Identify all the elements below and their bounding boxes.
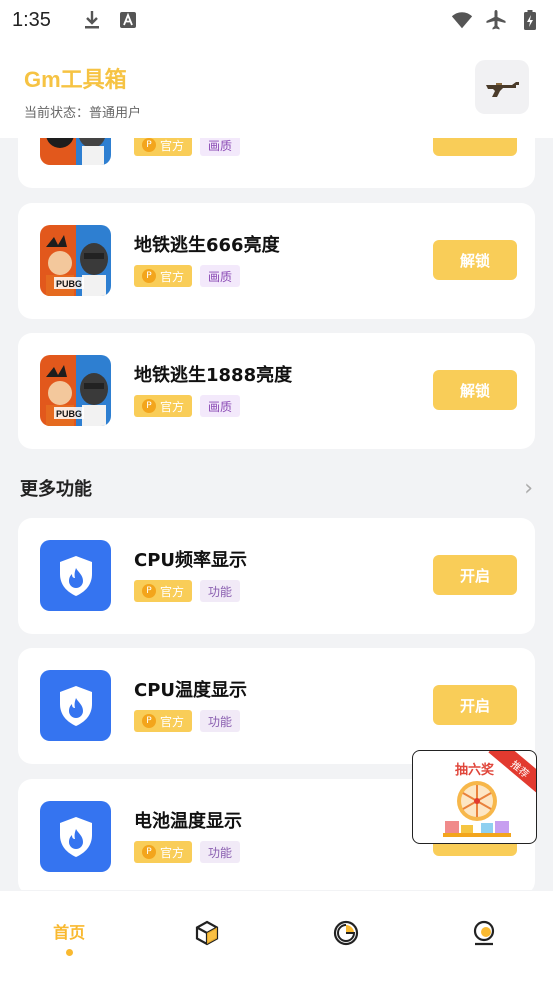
battery-charging-icon (519, 9, 541, 31)
tag-category: 画质 (200, 265, 241, 287)
card-title: 地铁逃生1888亮度 (134, 365, 293, 386)
nav-stats[interactable] (277, 891, 415, 983)
tag-category: 画质 (200, 395, 241, 417)
official-badge-icon: P (142, 845, 156, 859)
tag-category: 功能 (200, 841, 241, 863)
app-header: Gm工具箱 当前状态：普通用户 (0, 40, 553, 138)
promo-text: 抽六奖 (455, 763, 495, 778)
nav-home[interactable]: 首页 (0, 891, 138, 983)
tag-official: P 官方 (134, 841, 193, 863)
card-title: CPU频率显示 (134, 550, 248, 571)
status-bar: 1:35 (0, 0, 553, 40)
partial-card: P 官方 画质 (18, 138, 535, 188)
tag-official: P 官方 (134, 138, 193, 156)
pie-chart-icon (333, 920, 358, 946)
box-icon (196, 920, 219, 946)
airplane-icon (485, 9, 507, 31)
tag-official: P 官方 (134, 580, 193, 602)
enable-button[interactable]: 开启 (433, 555, 517, 595)
enable-button[interactable]: 开启 (433, 685, 517, 725)
download-icon (81, 9, 103, 31)
tag-official: P 官方 (134, 265, 193, 287)
official-badge-icon: P (142, 269, 156, 283)
svg-text:PUBG: PUBG (56, 279, 82, 289)
game-thumbnail: PUBG (40, 225, 111, 296)
wifi-icon (451, 9, 473, 31)
official-badge-icon: P (142, 714, 156, 728)
section-title: 更多功能 (20, 479, 92, 500)
user-icon (473, 920, 494, 946)
section-more-features[interactable]: 更多功能 › (20, 476, 533, 501)
shield-fire-icon (40, 540, 111, 611)
user-status: 当前状态：普通用户 (24, 106, 142, 121)
shield-fire-icon (40, 670, 111, 741)
text-a-icon (117, 9, 139, 31)
shield-fire-icon (40, 801, 111, 872)
card-title: CPU温度显示 (134, 680, 248, 701)
card-title: 地铁逃生666亮度 (134, 235, 280, 256)
tag-category: 功能 (200, 710, 241, 732)
status-time: 1:35 (12, 8, 51, 31)
nav-home-label: 首页 (53, 923, 86, 942)
card-cpu-frequency: CPU频率显示 P 官方 功能 开启 (18, 518, 535, 634)
official-badge-icon: P (142, 584, 156, 598)
bottom-nav: 首页 (0, 891, 553, 983)
card-brightness-666: PUBG 地铁逃生666亮度 P 官方 画质 解锁 (18, 203, 535, 319)
unlock-button[interactable]: 解锁 (433, 240, 517, 280)
prize-wheel-icon (443, 781, 511, 837)
official-badge-icon: P (142, 399, 156, 413)
chevron-right-icon[interactable]: › (524, 476, 533, 501)
game-thumbnail (40, 138, 111, 165)
app-title: Gm工具箱 (24, 67, 127, 92)
rifle-icon[interactable] (475, 60, 529, 114)
unlock-button[interactable]: 解锁 (433, 370, 517, 410)
unlock-button[interactable] (433, 138, 517, 156)
lottery-promo[interactable]: 抽六奖 推荐 (412, 750, 537, 844)
nav-active-dot (65, 949, 73, 956)
card-cpu-temperature: CPU温度显示 P 官方 功能 开启 (18, 648, 535, 764)
nav-tools[interactable] (138, 891, 276, 983)
tag-official: P 官方 (134, 710, 193, 732)
tag-category: 画质 (200, 138, 241, 156)
card-brightness-1888: PUBG 地铁逃生1888亮度 P 官方 画质 解锁 (18, 333, 535, 449)
card-title: 电池温度显示 (134, 811, 242, 832)
tag-official: P 官方 (134, 395, 193, 417)
nav-profile[interactable] (415, 891, 553, 983)
svg-text:PUBG: PUBG (56, 409, 82, 419)
game-thumbnail: PUBG (40, 355, 111, 426)
official-badge-icon: P (142, 138, 156, 152)
tag-category: 功能 (200, 580, 241, 602)
